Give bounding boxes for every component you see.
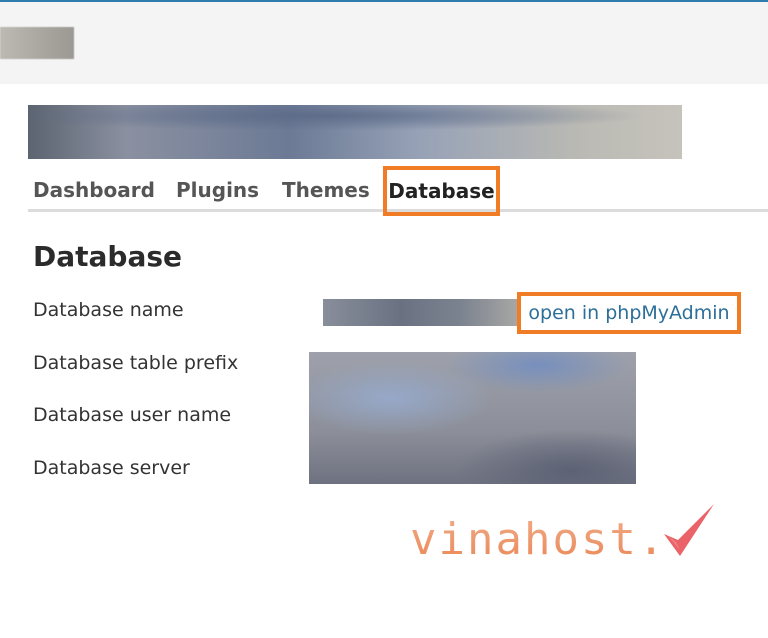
redacted-database-values [309, 352, 636, 484]
redacted-logo [0, 27, 74, 59]
page: Dashboard Plugins Themes Database Databa… [0, 0, 768, 638]
open-phpmyadmin-link[interactable]: open in phpMyAdmin [517, 292, 741, 334]
database-server-label: Database server [33, 457, 190, 479]
tab-database[interactable]: Database [383, 166, 500, 216]
tab-dashboard[interactable]: Dashboard [33, 178, 155, 202]
database-user-name-label: Database user name [33, 404, 232, 426]
database-table-prefix-label: Database table prefix [33, 352, 239, 374]
redacted-site-header [28, 105, 682, 159]
checkmark-icon [664, 504, 714, 556]
redacted-database-name [323, 299, 518, 326]
vinahost-watermark: vinahost. [410, 500, 720, 570]
tab-themes[interactable]: Themes [282, 178, 370, 202]
database-name-label: Database name [33, 299, 184, 321]
top-bar [0, 0, 768, 84]
watermark-text: vinahost. [410, 514, 667, 565]
page-title: Database [33, 240, 183, 273]
tab-plugins[interactable]: Plugins [176, 178, 259, 202]
